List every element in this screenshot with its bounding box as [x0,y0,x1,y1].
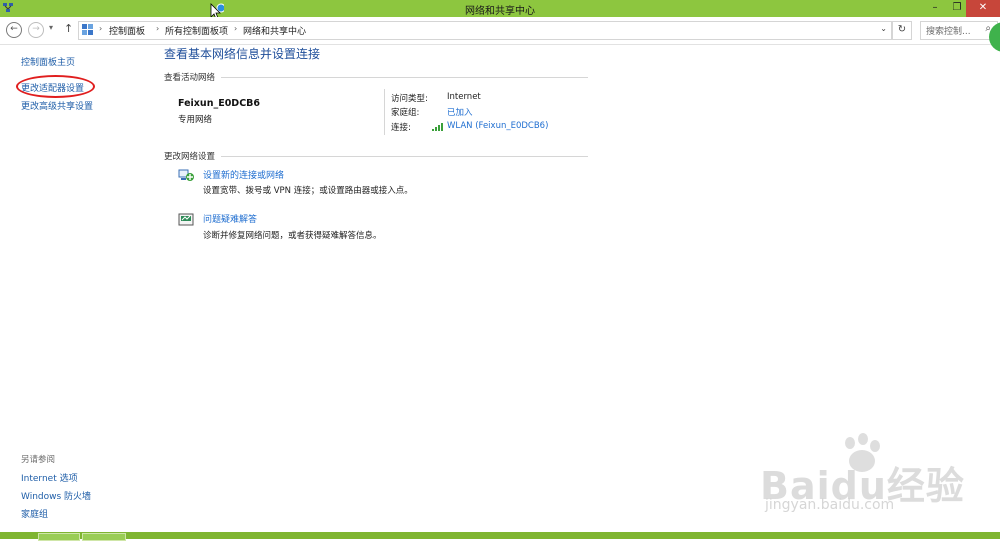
homegroup-label: 家庭组: [391,108,420,118]
close-button[interactable]: ✕ [966,0,1000,17]
breadcrumb-separator-icon[interactable]: › [99,24,102,33]
taskbar-item[interactable] [38,533,80,541]
sidebar-item-control-panel-home[interactable]: 控制面板主页 [21,55,75,68]
setup-new-connection-link[interactable]: 设置新的连接或网络 [203,168,284,181]
navigation-bar: ← → ▾ ↑ › 控制面板 › 所有控制面板项 › 网络和共享中心 ⌄ ↻ 搜… [0,17,1000,52]
wifi-signal-icon [432,123,443,131]
sidebar-item-advanced-sharing[interactable]: 更改高级共享设置 [21,99,93,112]
taskbar-item[interactable] [82,533,126,541]
divider [384,89,385,135]
address-dropdown-icon[interactable]: ⌄ [880,24,887,33]
network-name: Feixun_E0DCB6 [178,98,261,109]
access-type-value: Internet [447,92,481,102]
annotation-circle [16,75,95,98]
refresh-button[interactable]: ↻ [892,21,912,40]
forward-button[interactable]: → [28,22,44,38]
window-title: 网络和共享中心 [465,6,535,17]
section-divider [221,156,588,157]
see-also-homegroup[interactable]: 家庭组 [21,507,48,520]
minimize-button[interactable]: – [924,0,946,17]
breadcrumb-separator-icon[interactable]: › [156,24,159,33]
back-button[interactable]: ← [6,22,22,38]
section-divider [221,77,588,78]
network-type: 专用网络 [178,115,213,125]
see-also-internet-options[interactable]: Internet 选项 [21,471,78,484]
access-type-label: 访问类型: [391,94,428,104]
breadcrumb-separator-icon[interactable]: › [234,24,237,33]
recent-locations-dropdown-icon[interactable]: ▾ [49,23,53,32]
breadcrumb-item[interactable]: 网络和共享中心 [243,24,306,37]
active-networks-heading: 查看活动网络 [164,73,216,83]
see-also-windows-firewall[interactable]: Windows 防火墙 [21,489,91,502]
up-button[interactable]: ↑ [64,22,73,35]
connection-link[interactable]: WLAN (Feixun_E0DCB6) [447,121,548,131]
search-input[interactable]: 搜索控制... ⌕ [920,21,998,40]
troubleshoot-link[interactable]: 问题疑难解答 [203,212,257,225]
watermark-url: jingyan.baidu.com [765,497,895,513]
change-settings-heading: 更改网络设置 [164,152,216,162]
page-title: 查看基本网络信息并设置连接 [164,47,321,61]
control-panel-icon [82,24,93,35]
setup-new-connection-desc: 设置宽带、拨号或 VPN 连接；或设置路由器或接入点。 [203,186,413,196]
search-placeholder: 搜索控制... [926,27,971,37]
taskbar [0,532,1000,539]
troubleshoot-desc: 诊断并修复网络问题，或者获得疑难解答信息。 [203,231,382,241]
title-bar: 网络和共享中心 – ❐ ✕ [0,0,1000,17]
see-also-heading: 另请参阅 [21,455,56,465]
connection-label: 连接: [391,123,411,133]
breadcrumb-item[interactable]: 控制面板 [109,24,145,37]
address-bar[interactable]: › 控制面板 › 所有控制面板项 › 网络和共享中心 ⌄ [78,21,892,40]
troubleshoot-icon [178,213,194,226]
breadcrumb-item[interactable]: 所有控制面板项 [165,24,228,37]
homegroup-link[interactable]: 已加入 [447,106,473,118]
restore-button[interactable]: ❐ [946,0,968,17]
new-connection-icon [178,169,194,181]
